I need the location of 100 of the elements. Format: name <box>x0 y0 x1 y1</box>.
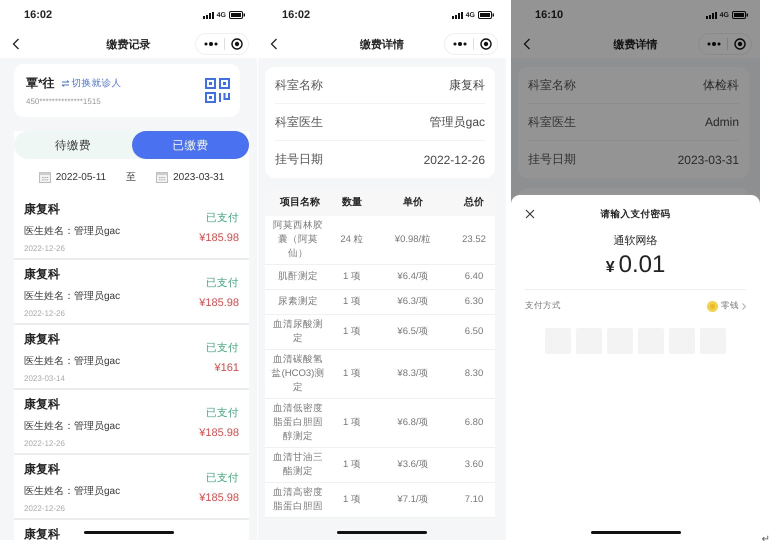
item-name: 血清尿酸测定 <box>272 318 324 346</box>
item-unit-price: ¥7.1/项 <box>396 493 430 507</box>
item-quantity: 1 项 <box>342 458 362 472</box>
info-label: 科室医生 <box>528 114 576 130</box>
signal-icon <box>706 12 717 18</box>
battery-icon <box>229 11 245 19</box>
department-name: 康复科 <box>24 461 60 478</box>
department-name: 康复科 <box>24 331 60 348</box>
item-total: 6.80 <box>464 416 484 430</box>
info-value: 2023-03-31 <box>678 152 739 166</box>
id-number: 450**************1515 <box>26 97 102 106</box>
more-icon[interactable] <box>707 42 721 46</box>
department-name: 康复科 <box>24 396 60 413</box>
payment-amount: ¥185.98 <box>199 427 239 439</box>
status-time: 16:10 <box>535 9 564 21</box>
record-date: 2022-12-26 <box>24 504 65 513</box>
item-unit-price: ¥0.98/粒 <box>394 233 432 247</box>
record-date: 2023-03-14 <box>24 374 65 383</box>
info-label: 科室医生 <box>275 114 323 130</box>
target-icon[interactable] <box>480 38 492 50</box>
back-icon[interactable] <box>523 38 531 50</box>
item-total: 8.30 <box>464 367 484 381</box>
back-icon[interactable] <box>270 38 278 50</box>
payment-amount: ¥185.98 <box>199 232 239 244</box>
status-time: 16:02 <box>282 9 312 21</box>
item-name: 阿莫西林胶囊（阿莫仙） <box>272 219 324 261</box>
doctor-name: 医生姓名：管理员gac <box>24 224 120 238</box>
payment-amount: ¥185.98 <box>199 492 239 504</box>
record-date: 2022-12-26 <box>24 309 65 318</box>
info-value: 康复科 <box>449 76 485 94</box>
item-unit-price: ¥8.3/项 <box>396 367 430 381</box>
doctor-name: 医生姓名：管理员gac <box>24 420 120 433</box>
tab[interactable]: 已缴费 <box>132 131 249 159</box>
item-quantity: 1 项 <box>342 325 362 339</box>
tab[interactable]: 待缴费 <box>14 131 132 159</box>
info-label: 科室名称 <box>528 76 576 94</box>
item-total: 3.60 <box>464 458 484 472</box>
status-time: 16:02 <box>24 9 54 21</box>
item-total: 6.30 <box>464 295 484 309</box>
item-name: 尿素测定 <box>277 295 319 309</box>
more-icon[interactable] <box>453 42 467 46</box>
item-unit-price: ¥6.4/项 <box>396 270 430 284</box>
payment-status: 已支付 <box>206 341 239 355</box>
item-total: 6.50 <box>464 325 484 339</box>
battery-icon <box>478 11 494 19</box>
info-label: 科室名称 <box>275 76 323 94</box>
close-icon[interactable] <box>525 209 535 219</box>
return-mark: ↵ <box>762 534 770 545</box>
battery-icon <box>732 11 748 19</box>
start-date-picker[interactable]: 2022-05-11 <box>38 171 106 183</box>
item-name: 血清碳酸氢盐(HCO3)测定 <box>270 353 326 395</box>
payment-amount: ¥161 <box>214 362 239 374</box>
end-date-picker[interactable]: 2023-03-31 <box>156 171 224 183</box>
chevron-right-icon <box>742 302 746 310</box>
payment-method-selector[interactable]: 零钱 <box>707 300 746 312</box>
info-value: Admin <box>704 115 739 129</box>
merchant-name: 通软网络 <box>612 234 658 248</box>
item-quantity: 1 项 <box>342 367 362 381</box>
column-header: 单价 <box>402 196 424 209</box>
record-date: 2022-12-26 <box>24 244 65 253</box>
doctor-name: 医生姓名：管理员gac <box>24 484 120 498</box>
item-total: 6.40 <box>464 270 484 284</box>
item-quantity: 1 项 <box>342 493 362 507</box>
payment-amount: ¥185.98 <box>199 297 239 309</box>
more-icon[interactable] <box>204 42 218 46</box>
back-icon[interactable] <box>12 38 20 50</box>
target-icon[interactable] <box>734 38 746 50</box>
column-header: 总价 <box>462 196 485 209</box>
department-name: 康复科 <box>24 266 60 283</box>
sheet-title: 请输入支付密码 <box>600 208 670 220</box>
item-unit-price: ¥6.3/项 <box>396 295 430 309</box>
item-name: 肌酐测定 <box>277 270 319 284</box>
calendar-icon <box>156 171 168 183</box>
payment-status: 已支付 <box>205 211 239 225</box>
swap-icon <box>60 80 70 87</box>
doctor-name: 医生姓名：管理员gac <box>24 354 120 368</box>
record-date: 2022-12-26 <box>24 439 65 448</box>
page-title: 缴费详情 <box>614 38 658 52</box>
target-icon[interactable] <box>231 38 243 50</box>
currency-symbol: ¥ <box>606 259 615 277</box>
payment-status: 已支付 <box>205 276 239 290</box>
column-header: 数量 <box>340 196 363 209</box>
info-value: 体检科 <box>703 76 739 94</box>
doctor-name: 医生姓名：管理员gac <box>24 290 120 303</box>
qr-code-icon[interactable] <box>205 78 230 103</box>
info-label: 挂号日期 <box>275 151 323 168</box>
switch-patient-link[interactable]: 切换就诊人 <box>60 77 122 90</box>
start-date: 2022-05-11 <box>56 172 106 182</box>
item-quantity: 24 粒 <box>339 233 365 247</box>
page-title: 缴费详情 <box>360 38 404 52</box>
info-value: 管理员gac <box>430 114 485 130</box>
calendar-icon <box>38 171 51 183</box>
item-quantity: 1 项 <box>342 295 362 309</box>
payment-amount: 0.01 <box>618 251 666 279</box>
signal-icon <box>202 12 214 18</box>
item-name: 血清甘油三酯测定 <box>272 451 324 479</box>
item-total: 7.10 <box>464 493 484 507</box>
item-name: 血清高密度脂蛋白胆固 <box>272 486 324 514</box>
item-unit-price: ¥6.5/项 <box>396 325 430 339</box>
page-title: 缴费记录 <box>106 38 150 52</box>
